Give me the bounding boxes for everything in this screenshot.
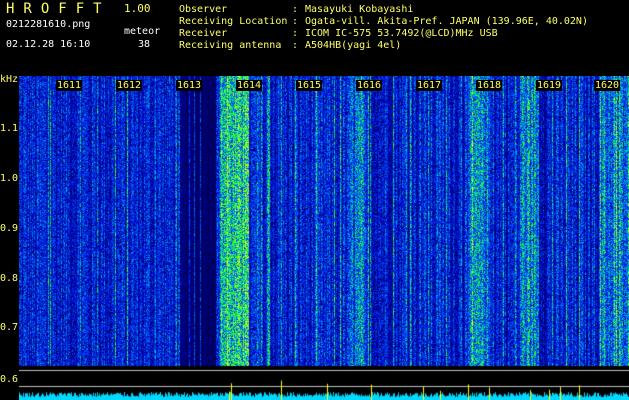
y-tick-label: 1.0 [0,173,19,184]
x-tick-label: 1619 [536,80,563,91]
location-value: Ogata-vill. Akita-Pref. JAPAN (139.96E, … [305,16,588,27]
y-tick-label: 0.9 [0,223,19,234]
meteor-label: meteor [124,26,161,37]
antenna-label: Receiving antenna [179,40,282,51]
x-tick-label: 1612 [116,80,143,91]
x-tick-label: 1620 [594,80,621,91]
separator: : [292,40,299,51]
meteor-count: 38 [138,39,151,50]
separator: : [292,16,299,27]
receiver-label: Receiver [179,28,228,39]
separator: : [292,4,299,15]
x-tick-label: 1617 [416,80,443,91]
y-axis-unit: kHz [0,74,19,85]
x-tick-label: 1614 [236,80,263,91]
x-tick-label: 1618 [476,80,503,91]
date-time: 02.12.28 16:10 [6,39,91,50]
observer-value: Masayuki Kobayashi [305,4,414,15]
location-label: Receiving Location [179,16,288,27]
y-tick-label: 0.8 [0,273,19,284]
x-tick-label: 1611 [56,80,83,91]
spectrogram-panel: kHz 1.1 1.0 0.9 0.8 0.7 0.6 1611 1612 16… [0,74,629,400]
receiver-value: ICOM IC-575 53.7492(@LCD)MHz USB [305,28,498,39]
x-tick-label: 1615 [296,80,323,91]
app-logo: HROFFT [6,1,111,17]
file-name: 0212281610.png [6,19,91,30]
separator: : [292,28,299,39]
y-tick-label: 1.1 [0,123,19,134]
y-tick-label: 0.6 [0,374,19,385]
header-panel: HROFFT 1.00 0212281610.png 02.12.28 16:1… [0,0,629,76]
x-tick-label: 1616 [356,80,383,91]
waterfall-canvas [19,76,629,400]
app-version: 1.00 [124,2,151,15]
y-tick-label: 0.7 [0,322,19,333]
antenna-value: A504HB(yagi 4el) [305,40,402,51]
x-tick-label: 1613 [176,80,203,91]
observer-label: Observer [179,4,228,15]
